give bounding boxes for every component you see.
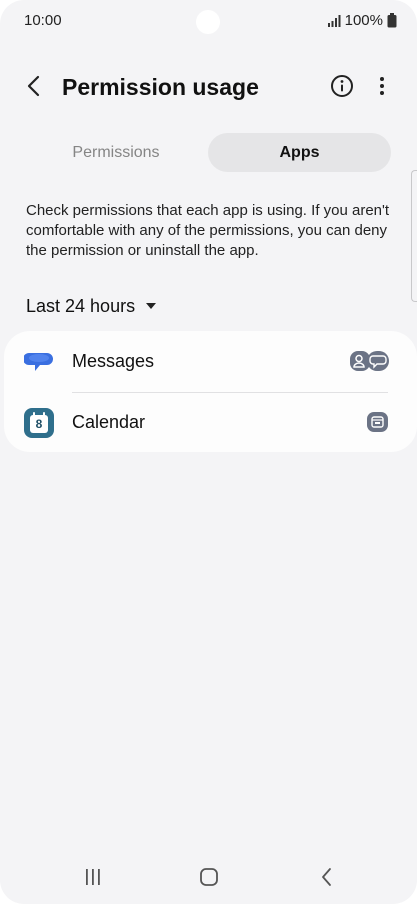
dropdown-arrow-icon bbox=[145, 297, 157, 315]
app-name: Calendar bbox=[72, 412, 146, 432]
signal-bars-icon bbox=[327, 14, 341, 27]
app-list: Messages 8 Calendar bbox=[4, 331, 417, 452]
more-vertical-icon bbox=[379, 76, 385, 101]
messages-app-icon bbox=[23, 347, 54, 377]
time-filter-label: Last 24 hours bbox=[26, 295, 136, 316]
home-button[interactable] bbox=[194, 864, 224, 894]
page-title: Permission usage bbox=[62, 74, 259, 100]
info-button[interactable] bbox=[328, 74, 356, 102]
info-circle-icon bbox=[330, 74, 354, 103]
status-time: 10:00 bbox=[24, 12, 62, 29]
status-indicators: 100% bbox=[327, 12, 397, 29]
battery-icon bbox=[387, 13, 397, 28]
permission-icons bbox=[367, 411, 389, 438]
phone-screen: 10:00 100% Permission usage Permissions … bbox=[0, 0, 417, 904]
app-name: Messages bbox=[72, 351, 155, 371]
list-item-calendar[interactable]: 8 Calendar bbox=[4, 392, 417, 452]
tab-apps[interactable]: Apps bbox=[208, 133, 391, 172]
recents-icon bbox=[84, 868, 102, 891]
home-icon bbox=[199, 867, 219, 892]
sms-permission-icon bbox=[367, 350, 389, 377]
front-camera bbox=[196, 10, 220, 34]
calendar-permission-icon bbox=[367, 411, 389, 438]
chevron-left-icon bbox=[26, 74, 42, 103]
app-header: Permission usage bbox=[0, 64, 417, 112]
calendar-icon-date: 8 bbox=[35, 417, 43, 431]
time-filter-dropdown[interactable]: Last 24 hours bbox=[26, 292, 157, 320]
tab-permissions[interactable]: Permissions bbox=[26, 133, 206, 172]
description-text: Check permissions that each app is using… bbox=[26, 202, 390, 259]
recents-button[interactable] bbox=[78, 864, 108, 894]
status-bar: 10:00 100% bbox=[0, 0, 417, 44]
list-item-messages[interactable]: Messages bbox=[4, 331, 417, 391]
tab-bar: Permissions Apps bbox=[26, 133, 391, 172]
back-icon bbox=[320, 867, 334, 892]
back-button[interactable] bbox=[18, 72, 50, 104]
permission-icons bbox=[350, 350, 389, 377]
calendar-app-icon: 8 bbox=[24, 408, 54, 438]
scroll-indicator[interactable] bbox=[411, 170, 417, 302]
battery-percentage: 100% bbox=[344, 12, 383, 29]
navigation-bar bbox=[0, 856, 417, 900]
more-options-button[interactable] bbox=[368, 74, 396, 102]
nav-back-button[interactable] bbox=[312, 864, 342, 894]
